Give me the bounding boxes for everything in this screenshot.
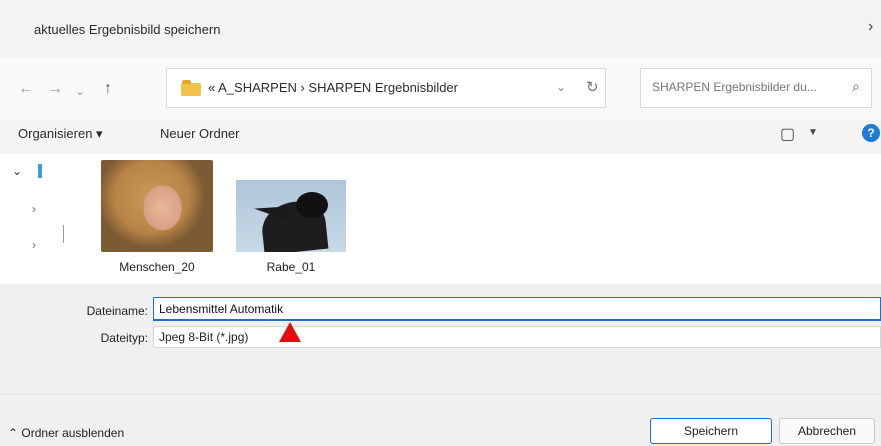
search-icon[interactable]: ⌕ [852,78,860,95]
filename-input[interactable] [153,297,881,321]
command-bar [0,120,881,154]
hide-folders-button[interactable]: ⌃ Ordner ausblenden [8,426,124,440]
window-title: aktuelles Ergebnisbild speichern [34,22,221,37]
up-arrow-icon[interactable]: ↑ [104,80,112,98]
recent-locations-chevron-icon[interactable]: ⌄ [75,84,85,98]
save-button[interactable]: Speichern [650,418,772,444]
raven-head [296,192,328,218]
file-thumbnail-raven[interactable] [236,180,346,252]
address-breadcrumb[interactable]: « A_SHARPEN › SHARPEN Ergebnisbilder [208,80,458,95]
tree-expand-icon[interactable]: ⌄ [12,164,22,178]
forward-arrow-icon[interactable]: → [47,80,63,98]
refresh-icon[interactable]: ↻ [586,78,599,96]
red-triangle-marker-icon [279,322,301,342]
close-icon[interactable]: › [868,18,873,36]
file-name[interactable]: Rabe_01 [236,260,346,274]
filename-label: Dateiname: [86,304,148,318]
back-arrow-icon[interactable]: ← [18,80,34,98]
tree-divider [63,225,64,243]
file-name[interactable]: Menschen_20 [101,260,213,274]
organize-button[interactable]: Organisieren ▾ [18,126,103,142]
tree-collapse-icon[interactable]: › [32,238,36,252]
help-icon[interactable]: ? [862,124,880,142]
filetype-select[interactable]: Jpeg 8-Bit (*.jpg) [153,326,881,348]
folder-icon [181,80,201,96]
chevron-down-icon[interactable]: ⌄ [556,80,566,94]
tree-item-icon[interactable] [38,164,42,178]
filetype-label: Dateityp: [100,331,148,345]
tree-collapse-icon[interactable]: › [32,202,36,216]
view-dropdown-icon[interactable]: ▼ [808,127,818,138]
view-options-icon[interactable]: ▢ [780,124,795,144]
file-thumbnail-portrait[interactable] [101,160,213,252]
cancel-button[interactable]: Abbrechen [779,418,875,444]
new-folder-button[interactable]: Neuer Ordner [160,126,239,141]
search-input[interactable] [652,80,842,94]
